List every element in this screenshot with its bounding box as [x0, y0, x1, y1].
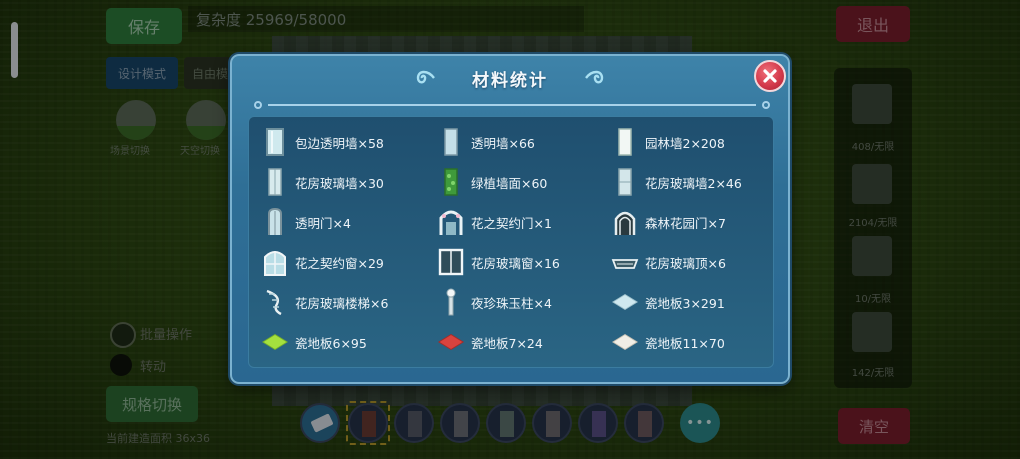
list-item: 瓷地板11×70: [611, 325, 725, 359]
dialog-title-bar: 材料统计: [412, 62, 608, 94]
list-item: 夜珍珠玉柱×4: [437, 285, 552, 319]
list-item: 透明门×4: [261, 205, 351, 239]
list-item: 瓷地板3×291: [611, 285, 725, 319]
list-item: 花房玻璃墙2×46: [611, 165, 742, 199]
list-item: 花房玻璃窗×16: [437, 245, 560, 279]
tile-floor-red-icon: [437, 327, 465, 357]
forest-gate-icon: [611, 207, 639, 237]
ornament-left-icon: [416, 70, 435, 84]
glass-door-icon: [261, 207, 289, 237]
glass-panel-icon: [437, 127, 465, 157]
list-item: 瓷地板7×24: [437, 325, 543, 359]
greenhouse-window-icon: [437, 247, 465, 277]
list-item: 瓷地板6×95: [261, 325, 367, 359]
tile-floor-white-icon: [611, 327, 639, 357]
list-item: 花房玻璃顶×6: [611, 245, 726, 279]
dialog-title: 材料统计: [472, 70, 548, 91]
tile-floor-light-blue-icon: [611, 287, 639, 317]
greenhouse-wall-icon: [261, 167, 289, 197]
greenhouse-roof-icon: [611, 247, 639, 277]
tile-floor-green-icon: [261, 327, 289, 357]
flower-arch-door-icon: [437, 207, 465, 237]
list-item: 花房玻璃楼梯×6: [261, 285, 388, 319]
list-item: 花房玻璃墙×30: [261, 165, 384, 199]
glass-wall-icon: [261, 127, 289, 157]
list-item: 森林花园门×7: [611, 205, 726, 239]
list-item: 园林墙2×208: [611, 125, 725, 159]
list-item: 透明墙×66: [437, 125, 535, 159]
list-item: 花之契约门×1: [437, 205, 552, 239]
list-item: 绿植墙面×60: [437, 165, 547, 199]
pearl-pillar-icon: [437, 287, 465, 317]
list-item: 花之契约窗×29: [261, 245, 384, 279]
list-item: 包边透明墙×58: [261, 125, 384, 159]
plant-wall-icon: [437, 167, 465, 197]
garden-wall-icon: [611, 127, 639, 157]
close-button[interactable]: [754, 60, 786, 92]
title-divider: [254, 101, 770, 109]
close-icon: [763, 69, 777, 83]
material-list: 包边透明墙×58 透明墙×66 园林墙2×208 花房玻璃墙×30 绿植墙面×6…: [248, 116, 774, 368]
flower-window-icon: [261, 247, 289, 277]
glass-stairs-icon: [261, 287, 289, 317]
material-stats-dialog: 材料统计 包边透明墙×58 透明墙×66 园林墙2×208 花房玻璃墙×30 绿…: [230, 54, 790, 384]
greenhouse-wall2-icon: [611, 167, 639, 197]
ornament-right-icon: [585, 70, 604, 84]
